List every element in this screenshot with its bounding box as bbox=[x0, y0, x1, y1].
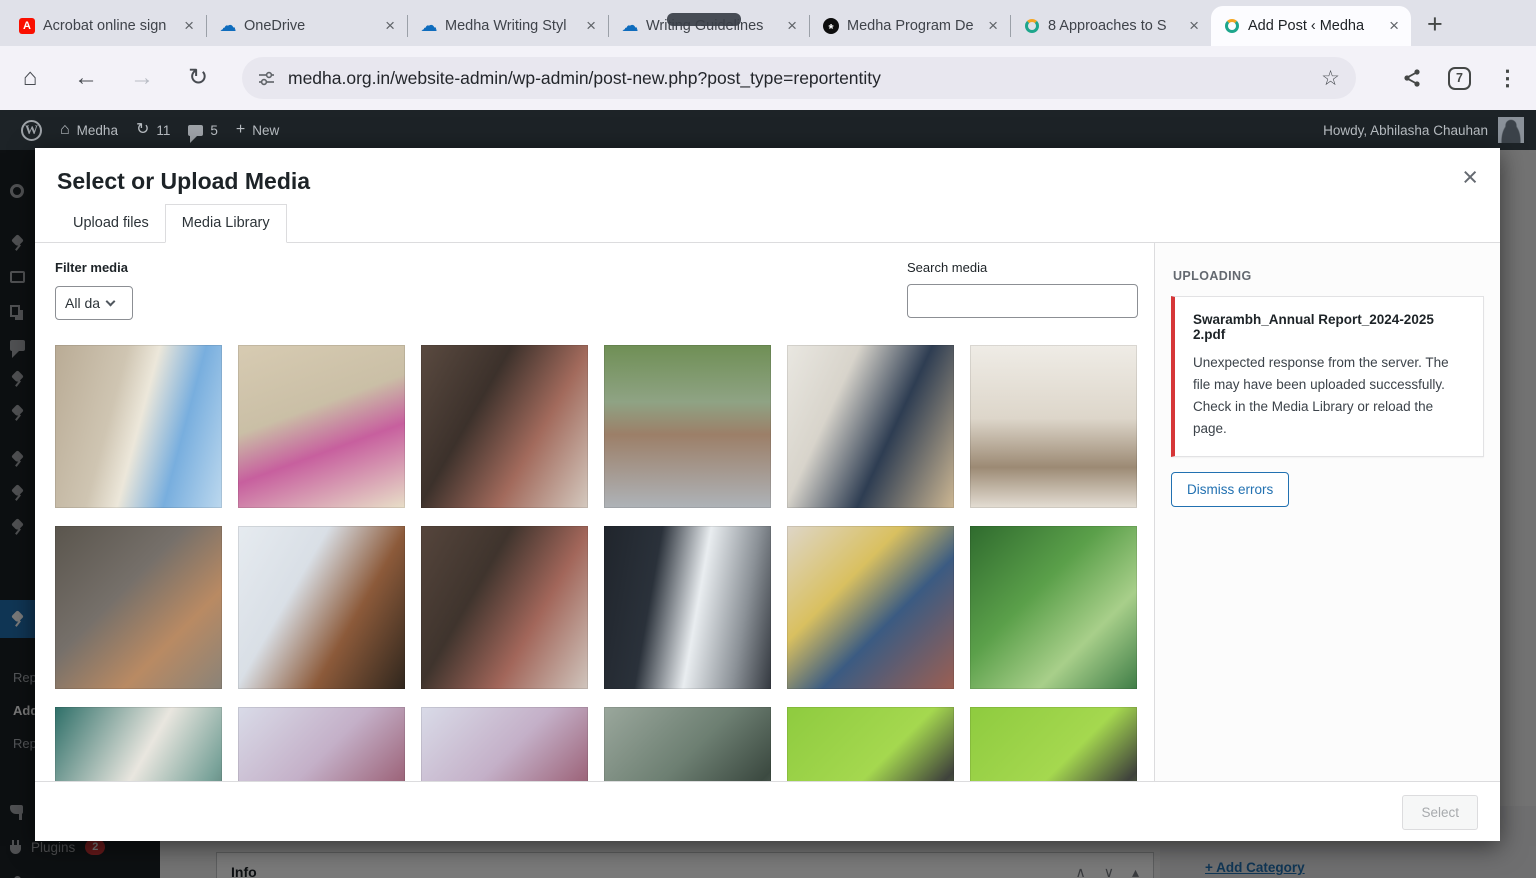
back-button[interactable]: ← bbox=[74, 66, 98, 90]
tab-close-icon[interactable]: × bbox=[584, 16, 598, 36]
reload-button[interactable]: ↻ bbox=[186, 66, 210, 90]
tab-close-icon[interactable]: × bbox=[1387, 16, 1401, 36]
search-media-label: Search media bbox=[907, 260, 1138, 275]
select-button-disabled[interactable]: Select bbox=[1402, 795, 1478, 830]
media-thumbnail[interactable] bbox=[421, 707, 588, 781]
updates-count: 11 bbox=[156, 123, 170, 138]
browser-tab-program[interactable]: * Medha Program De × bbox=[810, 6, 1010, 46]
media-router: Upload files Media Library bbox=[35, 197, 1500, 243]
new-content-menu[interactable]: + New bbox=[227, 110, 288, 150]
modal-title: Select or Upload Media bbox=[57, 168, 1476, 195]
tab-close-icon[interactable]: × bbox=[182, 16, 196, 36]
media-thumbnail[interactable] bbox=[604, 345, 771, 508]
browser-tab-add-post-active[interactable]: Add Post ‹ Medha × bbox=[1211, 6, 1411, 46]
media-thumbnail[interactable] bbox=[55, 345, 222, 508]
media-thumbnail[interactable] bbox=[787, 707, 954, 781]
media-thumbnail[interactable] bbox=[421, 526, 588, 689]
media-thumbnail[interactable] bbox=[787, 526, 954, 689]
browser-tab-acrobat[interactable]: A Acrobat online sign × bbox=[6, 6, 206, 46]
browser-tab-onedrive[interactable]: ☁ OneDrive × bbox=[207, 6, 407, 46]
tab-close-icon[interactable]: × bbox=[383, 16, 397, 36]
browser-tab-writing-style[interactable]: ☁ Medha Writing Styl × bbox=[408, 6, 608, 46]
tab-close-icon[interactable]: × bbox=[1187, 16, 1201, 36]
medha-favicon bbox=[1025, 19, 1039, 33]
browser-toolbar: ⌂ ← → ↻ medha.org.in/website-admin/wp-ad… bbox=[0, 46, 1536, 110]
redaction-smudge bbox=[667, 13, 741, 26]
howdy-greeting[interactable]: Howdy, Abhilasha Chauhan bbox=[1323, 123, 1488, 138]
tab-upload-files[interactable]: Upload files bbox=[57, 205, 165, 242]
upload-error-card: Swarambh_Annual Report_2024-2025 2.pdf U… bbox=[1171, 296, 1484, 457]
modal-footer-toolbar: Select bbox=[35, 781, 1500, 841]
site-settings-icon[interactable] bbox=[258, 70, 275, 87]
new-tab-button[interactable]: + bbox=[1427, 11, 1443, 38]
browser-tab-writing-guidelines[interactable]: ☁ Writing Guidelines × bbox=[609, 6, 809, 46]
chevron-down-icon bbox=[106, 296, 116, 306]
tab-title: Medha Writing Styl bbox=[445, 18, 576, 34]
onedrive-favicon: ☁ bbox=[220, 18, 236, 34]
tab-title: Acrobat online sign bbox=[43, 18, 174, 34]
url-text: medha.org.in/website-admin/wp-admin/post… bbox=[288, 68, 1308, 89]
wp-admin-bar: W ⌂ Medha ↻ 11 5 + New Howdy, Abhilasha … bbox=[0, 110, 1536, 150]
upload-status-sidebar: UPLOADING Swarambh_Annual Report_2024-20… bbox=[1154, 243, 1500, 781]
wp-logo-menu[interactable]: W bbox=[12, 110, 51, 150]
browser-tab-strip: A Acrobat online sign × ☁ OneDrive × ☁ M… bbox=[0, 0, 1536, 46]
share-button[interactable] bbox=[1402, 68, 1422, 88]
media-thumbnail[interactable] bbox=[55, 707, 222, 781]
updates-menu[interactable]: ↻ 11 bbox=[127, 110, 179, 150]
wordpress-logo-icon: W bbox=[21, 120, 42, 141]
media-modal: Select or Upload Media × Upload files Me… bbox=[35, 148, 1500, 841]
onedrive-favicon: ☁ bbox=[421, 18, 437, 34]
plus-icon: + bbox=[236, 122, 245, 138]
site-name: Medha bbox=[77, 123, 118, 138]
upload-error-filename: Swarambh_Annual Report_2024-2025 2.pdf bbox=[1193, 312, 1465, 342]
tab-switcher-button[interactable]: 7 bbox=[1448, 67, 1471, 90]
media-thumbnail[interactable] bbox=[238, 707, 405, 781]
tab-media-library[interactable]: Media Library bbox=[165, 204, 287, 243]
medha-favicon bbox=[1225, 19, 1239, 33]
media-thumbnail[interactable] bbox=[604, 526, 771, 689]
tab-title: Add Post ‹ Medha bbox=[1248, 18, 1379, 34]
site-name-menu[interactable]: ⌂ Medha bbox=[51, 110, 127, 150]
uploading-heading: UPLOADING bbox=[1173, 269, 1484, 283]
onedrive-favicon: ☁ bbox=[622, 18, 638, 34]
forward-button[interactable]: → bbox=[130, 66, 154, 90]
modal-close-icon[interactable]: × bbox=[1462, 164, 1478, 191]
media-thumbnail[interactable] bbox=[970, 345, 1137, 508]
date-filter-value: All da bbox=[65, 295, 100, 311]
media-thumbnail[interactable] bbox=[55, 526, 222, 689]
address-bar[interactable]: medha.org.in/website-admin/wp-admin/post… bbox=[242, 57, 1356, 99]
tab-title: Medha Program De bbox=[847, 18, 978, 34]
media-thumbnail[interactable] bbox=[787, 345, 954, 508]
tab-title: 8 Approaches to S bbox=[1048, 18, 1179, 34]
comments-icon bbox=[188, 125, 203, 136]
date-filter-select[interactable]: All da bbox=[55, 286, 133, 320]
comments-menu[interactable]: 5 bbox=[179, 110, 227, 150]
media-thumbnail[interactable] bbox=[970, 707, 1137, 781]
updates-icon: ↻ bbox=[136, 122, 149, 138]
media-thumbnail[interactable] bbox=[421, 345, 588, 508]
media-thumbnail[interactable] bbox=[238, 526, 405, 689]
tab-close-icon[interactable]: × bbox=[785, 16, 799, 36]
media-thumbnail[interactable] bbox=[604, 707, 771, 781]
pdf-favicon: A bbox=[19, 18, 35, 34]
chatgpt-favicon: * bbox=[823, 18, 839, 34]
home-icon: ⌂ bbox=[60, 122, 70, 138]
comments-count: 5 bbox=[210, 123, 218, 138]
media-thumbnail[interactable] bbox=[238, 345, 405, 508]
user-avatar[interactable] bbox=[1498, 117, 1524, 143]
browser-menu-button[interactable]: ⋮ bbox=[1497, 66, 1518, 91]
media-thumbnail[interactable] bbox=[970, 526, 1137, 689]
dismiss-errors-button[interactable]: Dismiss errors bbox=[1171, 472, 1289, 507]
media-grid bbox=[55, 345, 1138, 781]
home-button[interactable]: ⌂ bbox=[18, 66, 42, 90]
tab-title: OneDrive bbox=[244, 18, 375, 34]
media-library-content: Filter media All da Search media bbox=[35, 243, 1154, 781]
new-label: New bbox=[252, 123, 279, 138]
bookmark-icon[interactable]: ☆ bbox=[1321, 66, 1340, 91]
tab-close-icon[interactable]: × bbox=[986, 16, 1000, 36]
filter-media-label: Filter media bbox=[55, 260, 133, 275]
browser-tab-approaches[interactable]: 8 Approaches to S × bbox=[1011, 6, 1211, 46]
search-media-input[interactable] bbox=[907, 284, 1138, 318]
upload-error-message: Unexpected response from the server. The… bbox=[1193, 352, 1465, 439]
